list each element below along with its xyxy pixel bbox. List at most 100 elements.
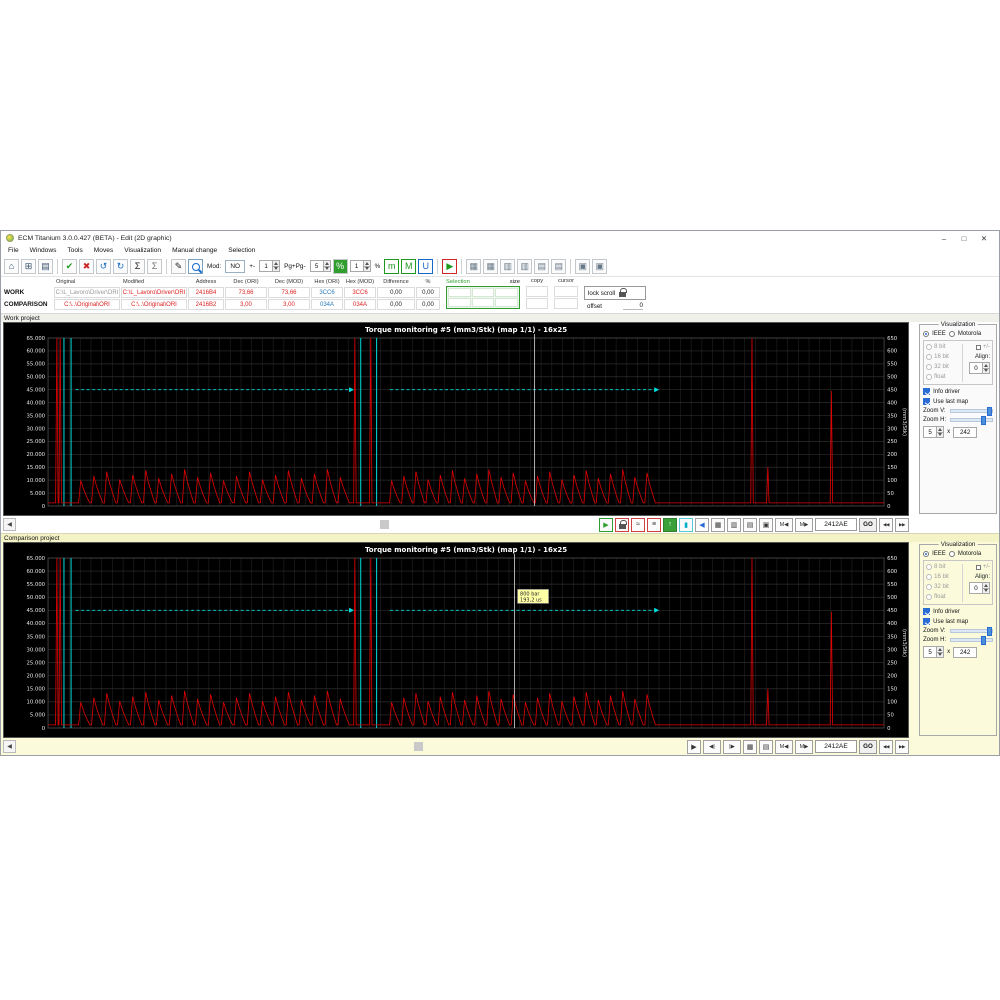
copy-grid4-button[interactable]: ▣ xyxy=(759,517,773,532)
menu-windows[interactable]: Windows xyxy=(30,247,57,254)
maximize-button[interactable]: □ xyxy=(954,232,974,244)
minimize-button[interactable]: – xyxy=(934,232,954,244)
next-map-button[interactable]: M▶ xyxy=(795,739,813,754)
table-cell[interactable]: C:\L_Lavoro\Driver\ORI xyxy=(121,287,187,298)
page-spinner[interactable]: 5 xyxy=(923,426,945,438)
copy-grid2-button[interactable]: ▤ xyxy=(759,739,773,754)
unit-button[interactable]: U xyxy=(418,258,434,274)
h-scroll-thumb[interactable] xyxy=(414,742,423,751)
menu-manual-change[interactable]: Manual change xyxy=(172,247,217,254)
redo-icon[interactable]: ↻ xyxy=(113,258,128,274)
copy-grid2-button[interactable]: ▥ xyxy=(727,517,741,532)
selection-grid[interactable] xyxy=(446,286,520,309)
prev-button[interactable]: ◀ xyxy=(695,517,709,532)
copy-grid-button[interactable]: ▦ xyxy=(711,517,725,532)
comparison-chart-canvas[interactable]: 65.000 65060.000 60055.000 55050.000 50045.0… xyxy=(4,543,908,737)
align-spinner[interactable]: 0 xyxy=(969,582,990,594)
use-last-map-checkbox[interactable] xyxy=(923,398,931,405)
zoom-v-slider-thumb[interactable] xyxy=(987,407,992,416)
table-cell[interactable]: 2416B2 xyxy=(188,299,224,310)
ieee-radio[interactable] xyxy=(923,551,930,557)
h-scroll-thumb[interactable] xyxy=(380,520,389,529)
float-radio[interactable] xyxy=(926,594,933,600)
copy-grid3-button[interactable]: ▤ xyxy=(743,517,757,532)
copy-row-icon[interactable]: ▣ xyxy=(575,258,591,274)
step-spinner[interactable]: 1 xyxy=(259,260,281,272)
zoom-h-slider-thumb[interactable] xyxy=(981,416,986,425)
close-button[interactable]: ✕ xyxy=(974,232,994,244)
sign-checkbox[interactable] xyxy=(975,564,981,570)
play-button[interactable]: ▶ xyxy=(599,517,613,532)
confirm-icon[interactable]: ✔ xyxy=(62,258,77,274)
page-step-spinner[interactable]: 5 xyxy=(309,260,331,272)
spin-down-icon[interactable] xyxy=(983,367,990,374)
zoom-h-slider[interactable] xyxy=(950,636,993,645)
sum-icon[interactable]: Σ xyxy=(130,258,145,274)
motorola-radio[interactable] xyxy=(948,551,955,557)
go-button[interactable]: GO xyxy=(859,739,877,754)
spin-down-icon[interactable] xyxy=(983,587,990,594)
spin-down-icon[interactable] xyxy=(273,265,281,272)
table-cell[interactable]: 3,00 xyxy=(225,299,267,310)
32bit-radio[interactable] xyxy=(926,364,933,370)
paste-map-icon[interactable]: ▥ xyxy=(500,258,516,274)
zoom-v-slider-thumb[interactable] xyxy=(987,627,992,636)
h-scrollbar[interactable] xyxy=(18,740,685,753)
copy-window-icon[interactable]: ⊞ xyxy=(21,258,36,274)
pencil-icon[interactable]: ✎ xyxy=(171,258,186,274)
zoom-v-slider[interactable] xyxy=(950,407,993,416)
menu-selection[interactable]: Selection xyxy=(228,247,255,254)
prev-map-button[interactable]: M◀ xyxy=(775,739,793,754)
zoom-v-slider[interactable] xyxy=(950,627,993,636)
next-step-button[interactable]: |▶ xyxy=(723,739,741,754)
table-cell[interactable]: 3CC6 xyxy=(311,287,343,298)
spin-down-icon[interactable] xyxy=(323,265,331,272)
percent-apply-button[interactable]: % xyxy=(332,258,348,274)
info-driver-checkbox[interactable] xyxy=(923,388,931,395)
table-cell[interactable]: 3CC6 xyxy=(344,287,376,298)
max-button[interactable]: M xyxy=(401,258,417,274)
float-radio[interactable] xyxy=(926,374,933,380)
h-scroll-left-button[interactable]: ◀ xyxy=(3,740,16,753)
table-cell[interactable]: 73,66 xyxy=(225,287,267,298)
sign-checkbox[interactable] xyxy=(975,344,981,350)
go-button[interactable]: GO xyxy=(859,517,877,532)
up-button[interactable]: ↑ xyxy=(663,517,677,532)
home-icon[interactable]: ⌂ xyxy=(4,258,19,274)
table-cell[interactable]: C:\..\Original\ORI xyxy=(54,299,120,310)
copy-map-mod-icon[interactable]: ▦ xyxy=(483,258,499,274)
table-cell[interactable]: 034A xyxy=(344,299,376,310)
cascade-windows-icon[interactable]: ▤ xyxy=(38,258,53,274)
table-cell[interactable]: 3,00 xyxy=(268,299,310,310)
copy-selection-icon[interactable]: ▥ xyxy=(517,258,533,274)
play-button[interactable]: ▶ xyxy=(687,739,701,754)
zoom-h-slider[interactable] xyxy=(950,416,993,425)
prev-map-button[interactable]: M◀ xyxy=(775,517,793,532)
address-field[interactable]: 2412AE xyxy=(815,740,857,753)
copy-cell[interactable] xyxy=(526,286,548,297)
h-scroll-left-button[interactable]: ◀ xyxy=(3,518,16,531)
offset-value[interactable]: 0 xyxy=(623,302,643,310)
table-cell[interactable]: 034A xyxy=(311,299,343,310)
cursor-cell[interactable] xyxy=(554,286,578,297)
cursor-cell[interactable] xyxy=(554,298,578,309)
percent-spinner[interactable]: 1 xyxy=(349,260,371,272)
lock-button[interactable] xyxy=(615,517,629,532)
next-map-button[interactable]: M▶ xyxy=(795,517,813,532)
paste-selection-icon[interactable]: ▤ xyxy=(534,258,550,274)
lock-scroll-toggle[interactable]: lock scroll xyxy=(584,286,646,300)
titlebar[interactable]: ECM Titanium 3.0.0.427 (BETA) - Edit (2D… xyxy=(1,231,999,245)
menu-visualization[interactable]: Visualization xyxy=(124,247,161,254)
table-cell[interactable]: C:\L_Lavoro\Driver\ORI xyxy=(54,287,120,298)
mod-value-field[interactable]: NO xyxy=(225,259,246,273)
8bit-radio[interactable] xyxy=(926,344,933,350)
copy-grid-button[interactable]: ▦ xyxy=(743,739,757,754)
first-map-button[interactable]: ◀◀ xyxy=(879,739,893,754)
start-stop-icon[interactable]: ▶ xyxy=(442,258,458,274)
columns-field[interactable]: 242 xyxy=(953,646,978,658)
16bit-radio[interactable] xyxy=(926,354,933,360)
first-map-button[interactable]: ◀◀ xyxy=(879,517,893,532)
marker-button[interactable]: ▮ xyxy=(679,517,693,532)
table-cell[interactable]: 2416B4 xyxy=(188,287,224,298)
align-spinner[interactable]: 0 xyxy=(969,362,990,374)
